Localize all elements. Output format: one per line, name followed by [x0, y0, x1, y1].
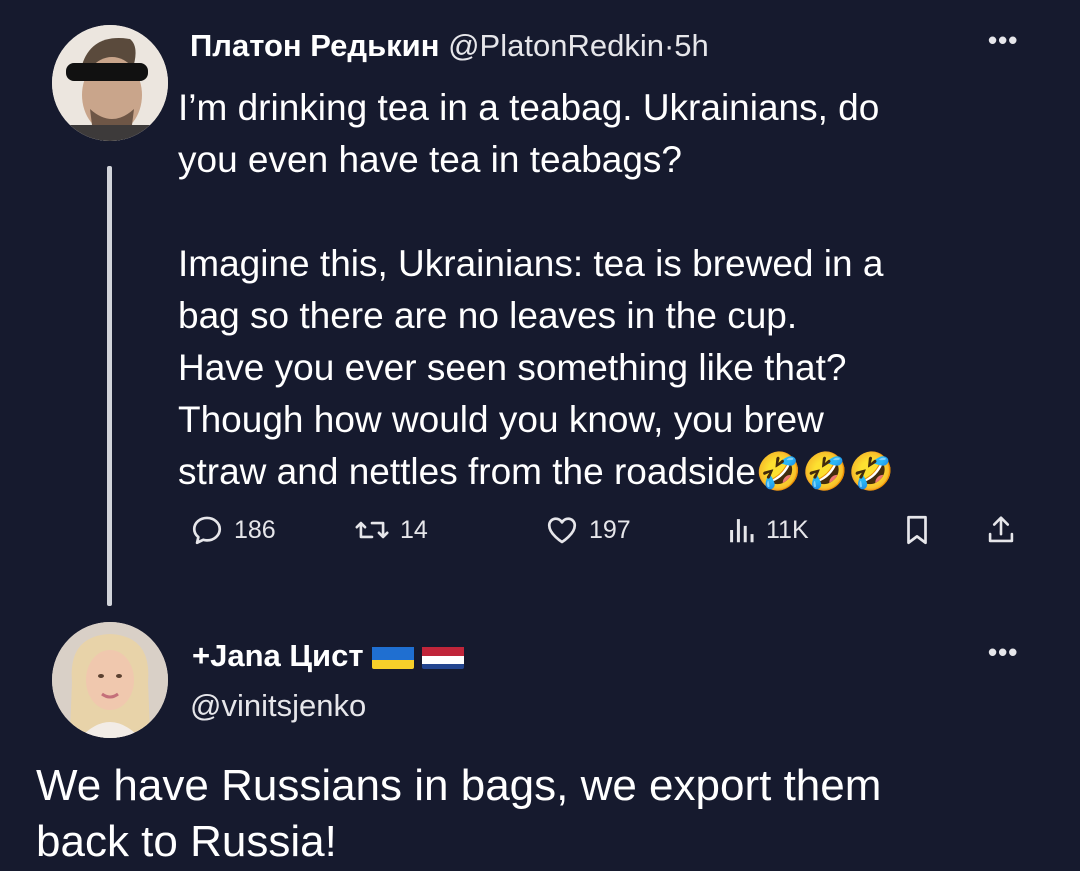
ukraine-flag-icon	[371, 643, 414, 669]
action-bar: 186 14 197 11K	[190, 510, 1040, 550]
share-icon	[988, 516, 1014, 543]
like-icon	[547, 517, 577, 544]
netherlands-flag-icon	[421, 643, 464, 669]
reply-button[interactable]: 186	[190, 510, 276, 550]
bookmark-button[interactable]	[902, 510, 932, 550]
retweet-button[interactable]: 14	[354, 510, 428, 550]
more-options-button[interactable]: •••	[988, 639, 1018, 665]
more-options-button[interactable]: •••	[988, 27, 1018, 53]
avatar-photo-icon	[52, 622, 168, 738]
reply-header: + Jana Цист	[192, 636, 464, 676]
timestamp[interactable]: 5h	[674, 28, 708, 63]
share-button[interactable]	[986, 510, 1016, 550]
like-count: 197	[589, 515, 631, 544]
avatar-photo-icon	[52, 25, 168, 141]
retweet-count: 14	[400, 515, 428, 544]
views-count: 11K	[766, 515, 809, 544]
like-button[interactable]: 197	[545, 510, 631, 550]
display-name-prefix: +	[192, 638, 211, 673]
bookmark-icon	[907, 515, 927, 545]
retweet-icon	[355, 521, 389, 539]
avatar[interactable]	[52, 622, 168, 738]
reply-icon	[192, 516, 222, 545]
tweet-text: I’m drinking tea in a teabag. Ukrainians…	[178, 87, 895, 492]
reply-count: 186	[234, 515, 276, 544]
separator-dot: ·	[663, 28, 675, 63]
user-handle[interactable]: @PlatonRedkin	[448, 28, 664, 63]
avatar[interactable]	[52, 25, 168, 141]
views-button[interactable]: 11K	[726, 510, 809, 550]
display-name[interactable]: Jana Цист	[210, 636, 363, 676]
views-icon	[730, 519, 754, 543]
user-handle[interactable]: @vinitsjenko	[190, 686, 366, 726]
tweet-header: Платон Редькин @PlatonRedkin·5h	[190, 26, 709, 66]
reply-text: We have Russians in bags, we export them…	[36, 761, 882, 866]
thread-line	[107, 166, 112, 606]
display-name[interactable]: Платон Редькин	[190, 28, 439, 63]
